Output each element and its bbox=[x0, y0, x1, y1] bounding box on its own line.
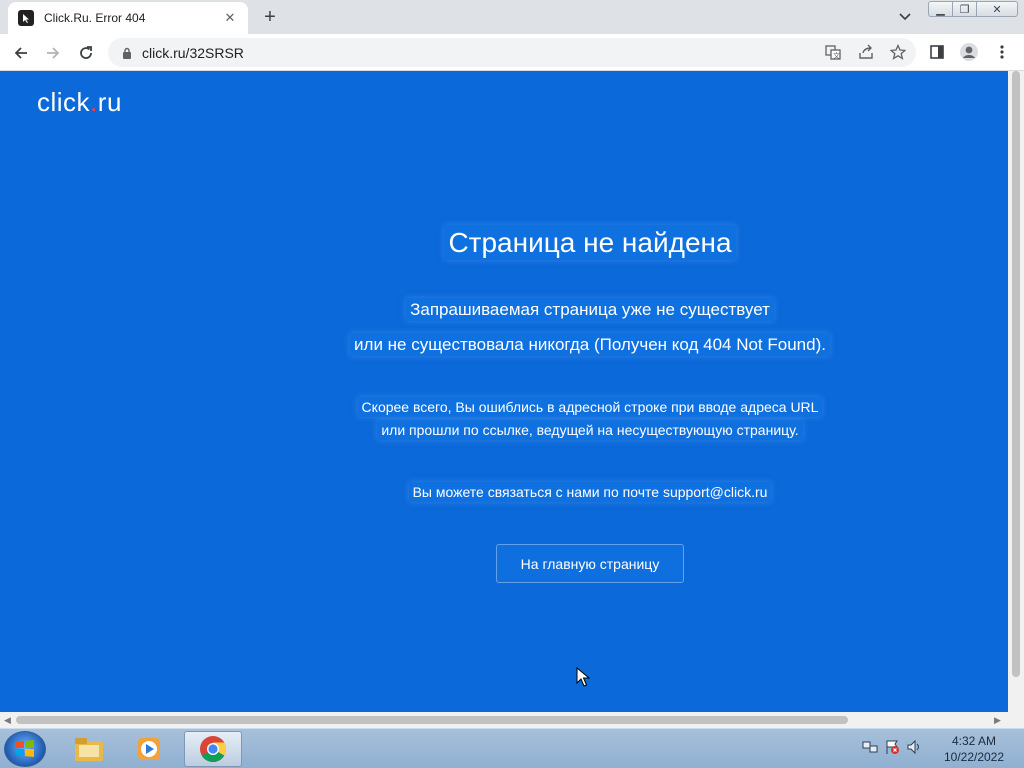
scrollbar-corner bbox=[1008, 712, 1024, 728]
page-title: Страница не найдена bbox=[0, 225, 1008, 260]
restore-button[interactable]: ❐ bbox=[952, 1, 977, 17]
bookmark-star-icon[interactable] bbox=[887, 41, 909, 63]
taskbar-explorer[interactable] bbox=[60, 731, 118, 767]
back-arrow-icon bbox=[14, 47, 27, 59]
explorer-folder-icon bbox=[75, 738, 103, 761]
forward-button[interactable] bbox=[40, 40, 66, 66]
start-button[interactable] bbox=[4, 731, 46, 767]
error-line-1: Запрашиваемая страница уже не существует bbox=[0, 298, 1008, 321]
browser-toolbar: click.ru/32SRSR 文 bbox=[0, 34, 1024, 71]
hint-line-2: или прошли по ссылке, ведущей на несущес… bbox=[0, 420, 1008, 440]
new-tab-button[interactable]: + bbox=[258, 6, 282, 28]
browser-tab[interactable]: Click.Ru. Error 404 ✕ bbox=[8, 2, 248, 34]
vertical-scroll-thumb[interactable] bbox=[1012, 71, 1020, 677]
scroll-right-arrow-icon[interactable]: ▶ bbox=[994, 715, 1001, 726]
profile-avatar-icon[interactable] bbox=[958, 41, 980, 63]
clock-time: 4:32 AM bbox=[951, 734, 997, 748]
click-ru-logo[interactable]: click.ru bbox=[37, 87, 122, 118]
clock-date: 10/22/2022 bbox=[943, 750, 1005, 764]
tab-strip: Click.Ru. Error 404 ✕ + ▁ ❐ ✕ bbox=[0, 0, 1024, 34]
horizontal-scrollbar[interactable]: ◀ ▶ bbox=[0, 712, 1008, 728]
reload-button[interactable] bbox=[73, 40, 99, 66]
side-panel-icon[interactable] bbox=[926, 41, 948, 63]
forward-arrow-icon bbox=[47, 47, 60, 59]
mouse-cursor-icon bbox=[576, 666, 591, 692]
click-ru-favicon-icon bbox=[18, 10, 34, 26]
tab-search-icon[interactable] bbox=[893, 6, 917, 28]
minimize-button[interactable]: ▁ bbox=[928, 1, 953, 17]
error-line-2: или не существовала никогда (Получен код… bbox=[0, 333, 1008, 356]
logo-dot: . bbox=[90, 87, 98, 117]
network-icon[interactable] bbox=[862, 739, 878, 760]
close-window-button[interactable]: ✕ bbox=[976, 1, 1018, 17]
system-tray bbox=[862, 734, 922, 764]
logo-main-text: click bbox=[37, 87, 91, 117]
tab-title: Click.Ru. Error 404 bbox=[44, 11, 146, 25]
scroll-left-arrow-icon[interactable]: ◀ bbox=[4, 715, 11, 726]
share-icon[interactable] bbox=[855, 41, 877, 63]
lock-icon[interactable] bbox=[120, 46, 134, 60]
chrome-icon bbox=[200, 736, 227, 763]
page-viewport: click.ru Страница не найдена Запрашиваем… bbox=[0, 71, 1008, 712]
action-center-flag-icon[interactable] bbox=[884, 739, 900, 760]
reload-icon bbox=[80, 46, 92, 59]
hint-line-1: Скорее всего, Вы ошиблись в адресной стр… bbox=[0, 397, 1008, 417]
windows-taskbar: 4:32 AM 10/22/2022 bbox=[0, 728, 1024, 768]
back-button[interactable] bbox=[8, 40, 34, 66]
translate-icon[interactable]: 文 bbox=[822, 41, 844, 63]
svg-text:文: 文 bbox=[833, 51, 840, 60]
logo-tld-text: ru bbox=[97, 87, 122, 117]
url-text: click.ru/32SRSR bbox=[142, 44, 244, 61]
address-bar[interactable]: click.ru/32SRSR bbox=[108, 38, 916, 67]
taskbar-chrome[interactable] bbox=[184, 731, 242, 767]
vertical-scrollbar[interactable] bbox=[1008, 71, 1024, 712]
menu-kebab-icon[interactable] bbox=[991, 41, 1013, 63]
horizontal-scroll-thumb[interactable] bbox=[16, 716, 848, 724]
home-page-button[interactable]: На главную страницу bbox=[496, 544, 684, 583]
contact-line: Вы можете связаться с нами по почте supp… bbox=[0, 482, 1008, 502]
taskbar-media-player[interactable] bbox=[120, 731, 178, 767]
media-player-icon bbox=[138, 738, 160, 760]
windows-logo-icon bbox=[16, 740, 34, 757]
tab-close-icon[interactable]: ✕ bbox=[222, 10, 238, 26]
volume-icon[interactable] bbox=[906, 739, 922, 760]
taskbar-clock[interactable]: 4:32 AM 10/22/2022 bbox=[936, 733, 1012, 765]
